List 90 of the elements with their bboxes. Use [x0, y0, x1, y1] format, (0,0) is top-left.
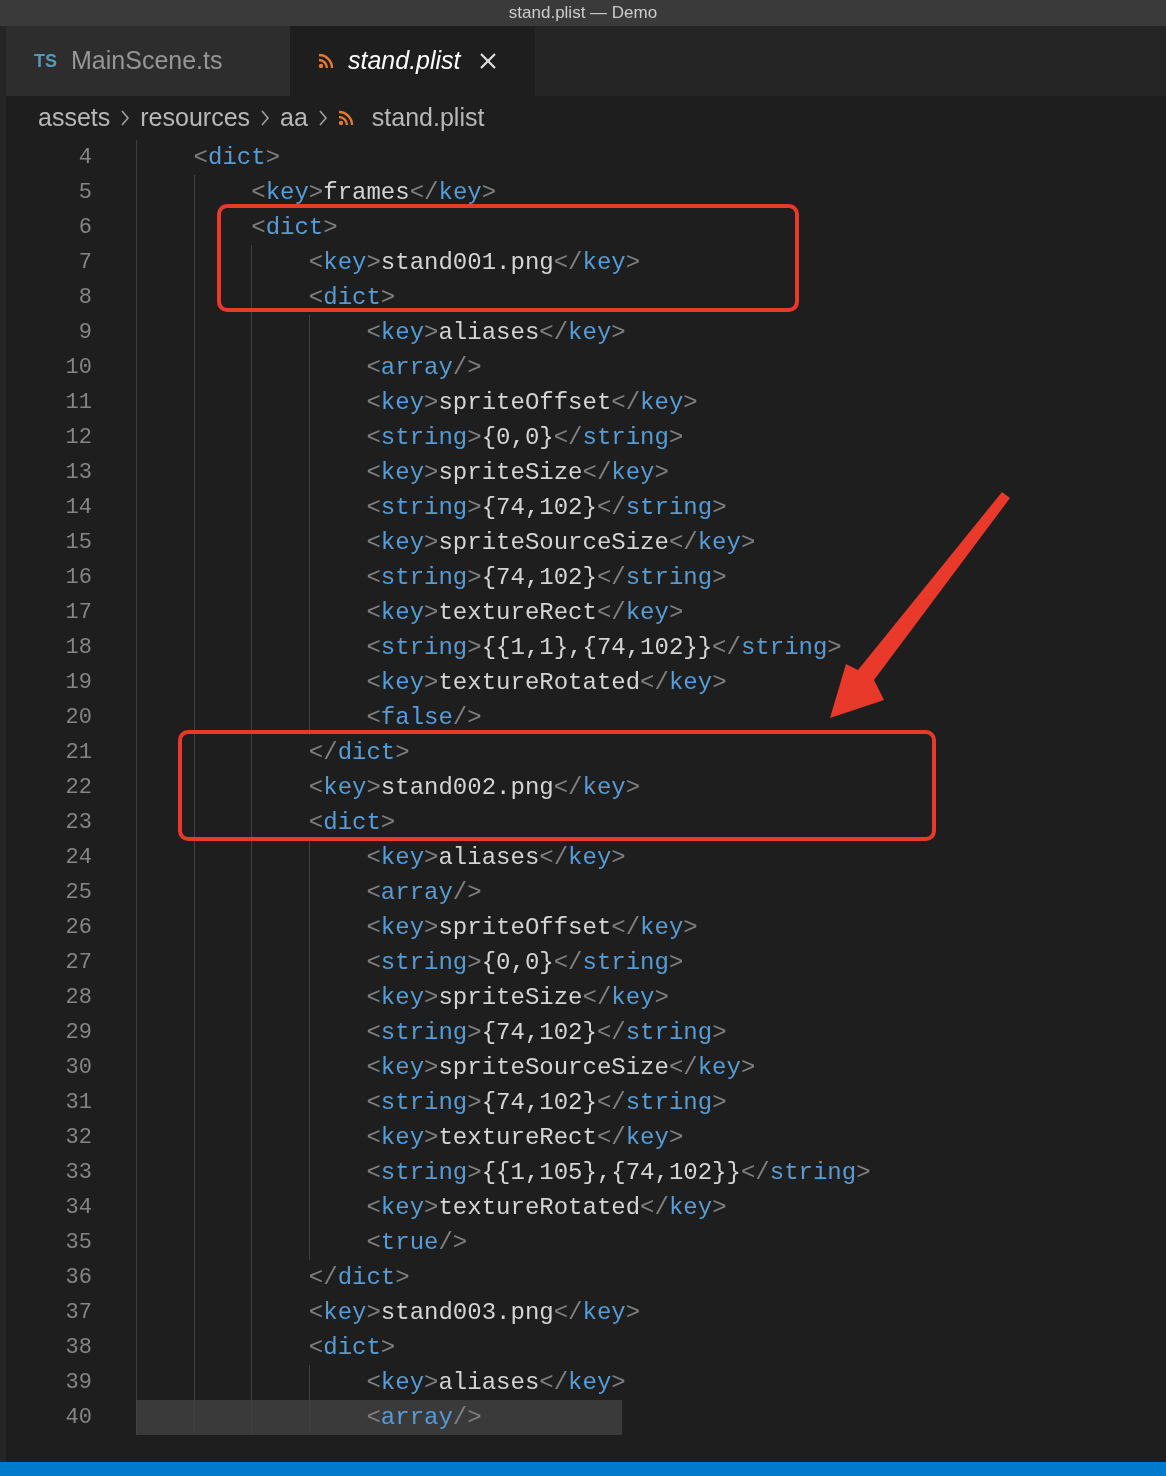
code-line: </dict> [307, 739, 410, 766]
line-number: 26 [64, 914, 92, 942]
code-line: <string>{0,0}</string> [365, 424, 684, 451]
code-line: <string>{{1,1},{74,102}}</string> [365, 634, 842, 661]
line-number: 7 [77, 249, 92, 277]
window-title: stand.plist — Demo [508, 2, 658, 24]
line-number: 28 [64, 984, 92, 1012]
line-number: 22 [64, 774, 92, 802]
breadcrumb-item[interactable]: assets [38, 99, 111, 137]
code-line: <string>{74,102}</string> [365, 494, 727, 521]
line-number: 13 [64, 459, 92, 487]
line-number: 16 [64, 564, 92, 592]
code-line: <key>stand003.png</key> [307, 1299, 641, 1326]
line-number: 32 [64, 1124, 92, 1152]
code-line: <key>aliases</key> [365, 319, 626, 346]
rss-icon [337, 110, 354, 126]
code-line: <array/> [365, 879, 482, 906]
line-number: 15 [64, 529, 92, 557]
code-line: <key>spriteSize</key> [365, 459, 669, 486]
line-number: 30 [64, 1054, 92, 1082]
line-number: 37 [64, 1299, 92, 1327]
line-number: 11 [64, 389, 92, 417]
code-line: <true/> [365, 1229, 468, 1256]
code-line: <array/> [365, 1404, 482, 1431]
line-number: 31 [64, 1089, 92, 1117]
breadcrumb-item[interactable]: resources [140, 99, 251, 137]
chevron-right-icon [260, 109, 271, 127]
rss-icon [318, 53, 334, 69]
tab-label: MainScene.ts [71, 45, 223, 77]
code-line: <key>frames</key> [250, 179, 497, 206]
code-line: <array/> [365, 354, 482, 381]
code-line: <key>spriteOffset</key> [365, 914, 698, 941]
line-number: 23 [64, 809, 92, 837]
line-number: 6 [77, 214, 92, 242]
line-number: 18 [64, 634, 92, 662]
code-line: <dict> [307, 284, 396, 311]
code-line: <dict> [192, 144, 281, 171]
line-number: 19 [64, 669, 92, 697]
tab-label: stand.plist [348, 45, 461, 77]
code-line: <key>spriteSize</key> [365, 984, 669, 1011]
line-number: 8 [77, 284, 92, 312]
editor-tab[interactable]: stand.plist [290, 26, 535, 96]
line-number: 12 [64, 424, 92, 452]
line-number: 9 [77, 319, 92, 347]
line-number: 20 [64, 704, 92, 732]
editor-tab[interactable]: TS MainScene.ts [6, 26, 290, 96]
line-number: 5 [77, 179, 92, 207]
code-line: <dict> [307, 1334, 396, 1361]
code-line: <key>aliases</key> [365, 1369, 626, 1396]
line-number: 29 [64, 1019, 92, 1047]
line-number: 10 [64, 354, 92, 382]
code-line: <key>aliases</key> [365, 844, 626, 871]
code-line: <key>textureRect</key> [365, 1124, 684, 1151]
code-line: <key>textureRect</key> [365, 599, 684, 626]
line-number: 36 [64, 1264, 92, 1292]
close-icon[interactable] [478, 52, 497, 70]
code-line: <key>spriteSourceSize</key> [365, 529, 756, 556]
code-line: <key>textureRotated</key> [365, 1194, 727, 1221]
code-line: <string>{74,102}</string> [365, 1089, 727, 1116]
code-line: <key>stand001.png</key> [307, 249, 641, 276]
code-line: <key>textureRotated</key> [365, 669, 727, 696]
code-line: <key>spriteOffset</key> [365, 389, 698, 416]
line-number: 35 [64, 1229, 92, 1257]
line-number: 21 [64, 739, 92, 767]
chevron-right-icon [120, 109, 131, 127]
chevron-right-icon [317, 109, 328, 127]
line-number: 14 [64, 494, 92, 522]
breadcrumb-item[interactable]: aa [280, 99, 308, 137]
code-line: <dict> [250, 214, 338, 241]
line-number: 38 [64, 1334, 92, 1362]
code-line: <key>stand002.png</key> [307, 774, 641, 801]
code-line: <dict> [307, 809, 396, 836]
code-line: <string>{0,0}</string> [365, 949, 684, 976]
line-number: 39 [64, 1369, 92, 1397]
line-number: 25 [64, 879, 92, 907]
line-number: 40 [64, 1404, 92, 1432]
line-number: 34 [64, 1194, 92, 1222]
code-line: </dict> [307, 1264, 410, 1291]
file-type-label: TS [34, 49, 57, 73]
code-line: <string>{74,102}</string> [365, 1019, 727, 1046]
code-line: <key>spriteSourceSize</key> [365, 1054, 756, 1081]
line-number: 24 [64, 844, 92, 872]
code-line: <string>{{1,105},{74,102}}</string> [365, 1159, 871, 1186]
line-number: 27 [64, 949, 92, 977]
line-number: 33 [64, 1159, 92, 1187]
code-line: <false/> [365, 704, 482, 731]
line-number: 4 [77, 144, 92, 172]
line-number: 17 [64, 599, 92, 627]
code-line: <string>{74,102}</string> [365, 564, 727, 591]
breadcrumb-item[interactable]: stand.plist [371, 99, 485, 137]
